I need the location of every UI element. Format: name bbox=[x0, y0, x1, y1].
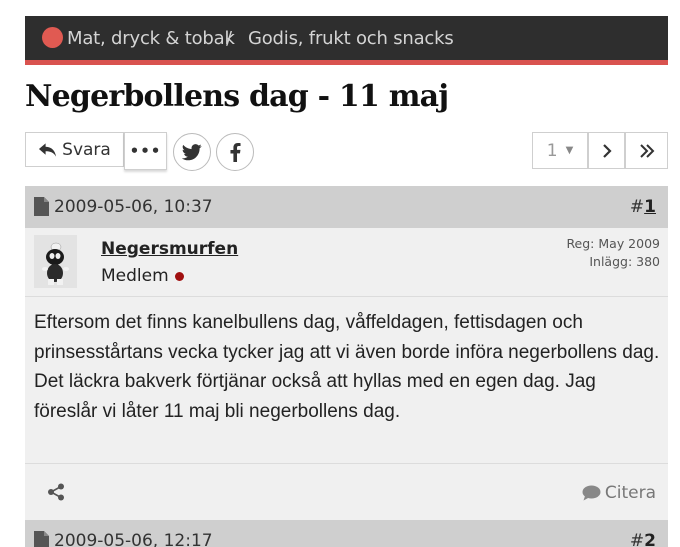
more-options-label: ••• bbox=[129, 142, 162, 160]
author-role-label: Medlem bbox=[101, 266, 169, 286]
quote-button[interactable]: Citera bbox=[582, 483, 656, 503]
document-icon bbox=[34, 531, 49, 547]
twitter-share-button[interactable] bbox=[173, 133, 211, 171]
author-username-link[interactable]: Negersmurfen bbox=[101, 239, 238, 259]
page-title: Negerbollens dag - 11 maj bbox=[25, 79, 449, 114]
smurf-avatar-image bbox=[34, 235, 77, 288]
author-role: Medlem bbox=[101, 266, 184, 286]
document-icon bbox=[34, 197, 49, 216]
post-date: 2009-05-06, 12:17 bbox=[54, 531, 213, 547]
breadcrumb-link-category[interactable]: Mat, dryck & tobak bbox=[67, 28, 235, 49]
speech-bubble-icon bbox=[582, 485, 601, 501]
facebook-icon bbox=[229, 142, 241, 162]
online-status-indicator bbox=[174, 271, 184, 281]
post-number-prefix: # bbox=[629, 197, 645, 217]
post-footer-divider bbox=[25, 463, 668, 464]
caret-down-icon: ▼ bbox=[565, 145, 574, 156]
quote-button-label: Citera bbox=[604, 483, 656, 503]
next-page-button[interactable] bbox=[588, 132, 625, 169]
breadcrumb-accent-line bbox=[25, 60, 668, 65]
more-options-button[interactable]: ••• bbox=[124, 132, 167, 170]
current-page-number: 1 bbox=[546, 140, 558, 161]
author-registration-date: Reg: May 2009 bbox=[566, 236, 660, 251]
share-icon[interactable] bbox=[47, 483, 65, 501]
reply-button-label: Svara bbox=[62, 139, 111, 160]
post-number: 2 bbox=[644, 531, 656, 547]
breadcrumb-separator: / bbox=[226, 28, 232, 49]
double-chevron-right-icon bbox=[639, 143, 654, 158]
post-date: 2009-05-06, 10:37 bbox=[54, 197, 213, 217]
facebook-share-button[interactable] bbox=[216, 133, 254, 171]
breadcrumb-link-subcategory[interactable]: Godis, frukt och snacks bbox=[248, 28, 454, 49]
post-number: 1 bbox=[644, 197, 656, 217]
category-dot-icon bbox=[42, 27, 63, 48]
page-select-dropdown[interactable]: 1 ▼ bbox=[532, 132, 588, 169]
last-page-button[interactable] bbox=[625, 132, 668, 169]
avatar[interactable] bbox=[34, 235, 77, 288]
author-post-count: Inlägg: 380 bbox=[589, 254, 660, 269]
post-permalink[interactable]: #1 bbox=[630, 197, 656, 217]
reply-arrow-icon bbox=[39, 142, 57, 157]
post-number-prefix: # bbox=[629, 531, 645, 547]
post-permalink[interactable]: #2 bbox=[630, 531, 656, 547]
author-divider bbox=[25, 296, 668, 297]
chevron-right-icon bbox=[602, 143, 612, 158]
post-content: Eftersom det finns kanelbullens dag, våf… bbox=[34, 312, 660, 422]
reply-button[interactable]: Svara bbox=[25, 132, 124, 167]
twitter-icon bbox=[182, 143, 202, 160]
